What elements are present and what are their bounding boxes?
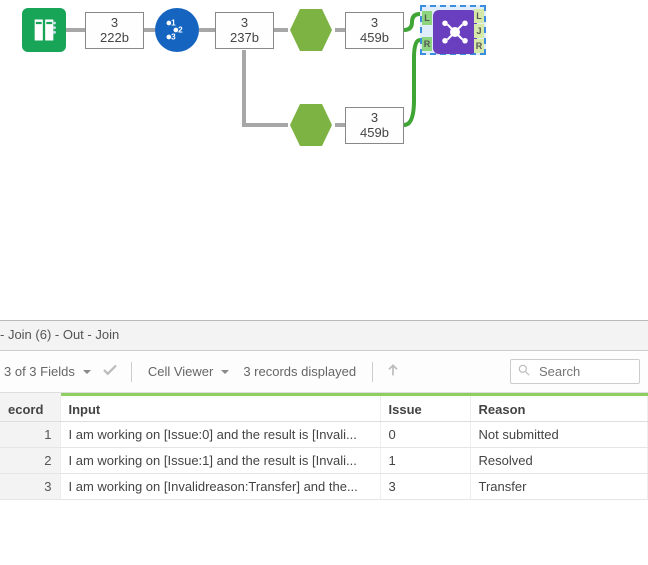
join-port-right-out[interactable]: R xyxy=(474,39,484,53)
search-box[interactable] xyxy=(510,359,640,384)
join-tool-selected[interactable]: L R L J R xyxy=(420,5,486,55)
results-panel: - Join (6) - Out - Join 3 of 3 Fields Ce… xyxy=(0,320,648,500)
regex-tool[interactable]: (.*) xyxy=(288,102,334,148)
fields-dropdown[interactable]: 3 of 3 Fields xyxy=(0,362,95,381)
select-tool[interactable]: 123 xyxy=(155,8,199,52)
join-port-left-out[interactable]: L xyxy=(474,9,484,23)
text-input-tool[interactable] xyxy=(22,8,66,52)
record-count: 3 xyxy=(241,16,248,30)
svg-text:1: 1 xyxy=(171,18,176,27)
records-displayed: 3 records displayed xyxy=(239,362,360,381)
cell-input: I am working on [Issue:1] and the result… xyxy=(60,448,380,474)
record-count: 3 xyxy=(111,16,118,30)
fields-label: 3 of 3 Fields xyxy=(4,364,75,379)
regex-tool[interactable]: (.*) xyxy=(288,7,334,53)
cell-issue: 1 xyxy=(380,448,470,474)
join-tool-icon xyxy=(433,10,477,54)
join-port-right-in[interactable]: R xyxy=(422,37,432,51)
workflow-canvas[interactable]: 3 222b 123 3 237b (.*) 3 459b (.*) 3 459… xyxy=(0,0,648,320)
output-anchor-regex1[interactable]: 3 459b xyxy=(345,12,404,49)
svg-text:3: 3 xyxy=(171,32,176,41)
cell-input: I am working on [Invalidreason:Transfer]… xyxy=(60,474,380,500)
byte-count: 237b xyxy=(230,31,259,45)
col-record[interactable]: ecord xyxy=(0,395,60,422)
cell-record: 3 xyxy=(0,474,60,500)
output-anchor-select[interactable]: 3 237b xyxy=(215,12,274,49)
cell-viewer-dropdown[interactable]: Cell Viewer xyxy=(144,362,234,381)
separator xyxy=(131,362,132,382)
cell-reason: Resolved xyxy=(470,448,648,474)
byte-count: 459b xyxy=(360,31,389,45)
output-anchor-input[interactable]: 3 222b xyxy=(85,12,144,49)
table-row[interactable]: 3 I am working on [Invalidreason:Transfe… xyxy=(0,474,648,500)
cell-reason: Not submitted xyxy=(470,422,648,448)
record-count: 3 xyxy=(371,16,378,30)
byte-count: 222b xyxy=(100,31,129,45)
record-count: 3 xyxy=(371,111,378,125)
cell-reason: Transfer xyxy=(470,474,648,500)
table-row[interactable]: 1 I am working on [Issue:0] and the resu… xyxy=(0,422,648,448)
join-port-left-in[interactable]: L xyxy=(422,11,432,25)
col-reason[interactable]: Reason xyxy=(470,395,648,422)
results-title: - Join (6) - Out - Join xyxy=(0,321,648,351)
cell-input: I am working on [Issue:0] and the result… xyxy=(60,422,380,448)
check-icon[interactable] xyxy=(101,361,119,382)
results-toolbar: 3 of 3 Fields Cell Viewer 3 records disp… xyxy=(0,351,648,393)
output-anchor-regex2[interactable]: 3 459b xyxy=(345,107,404,144)
cell-issue: 3 xyxy=(380,474,470,500)
arrow-up-icon[interactable] xyxy=(385,362,401,381)
col-input[interactable]: Input xyxy=(60,395,380,422)
search-icon xyxy=(517,363,531,380)
join-port-join-out[interactable]: J xyxy=(474,24,484,38)
search-input[interactable] xyxy=(537,363,633,380)
cell-record: 1 xyxy=(0,422,60,448)
svg-text:2: 2 xyxy=(178,25,183,34)
cell-issue: 0 xyxy=(380,422,470,448)
cell-record: 2 xyxy=(0,448,60,474)
table-row[interactable]: 2 I am working on [Issue:1] and the resu… xyxy=(0,448,648,474)
byte-count: 459b xyxy=(360,126,389,140)
separator xyxy=(372,362,373,382)
col-issue[interactable]: Issue xyxy=(380,395,470,422)
results-grid[interactable]: ecord Input Issue Reason 1 I am working … xyxy=(0,393,648,500)
cell-viewer-label: Cell Viewer xyxy=(148,364,214,379)
